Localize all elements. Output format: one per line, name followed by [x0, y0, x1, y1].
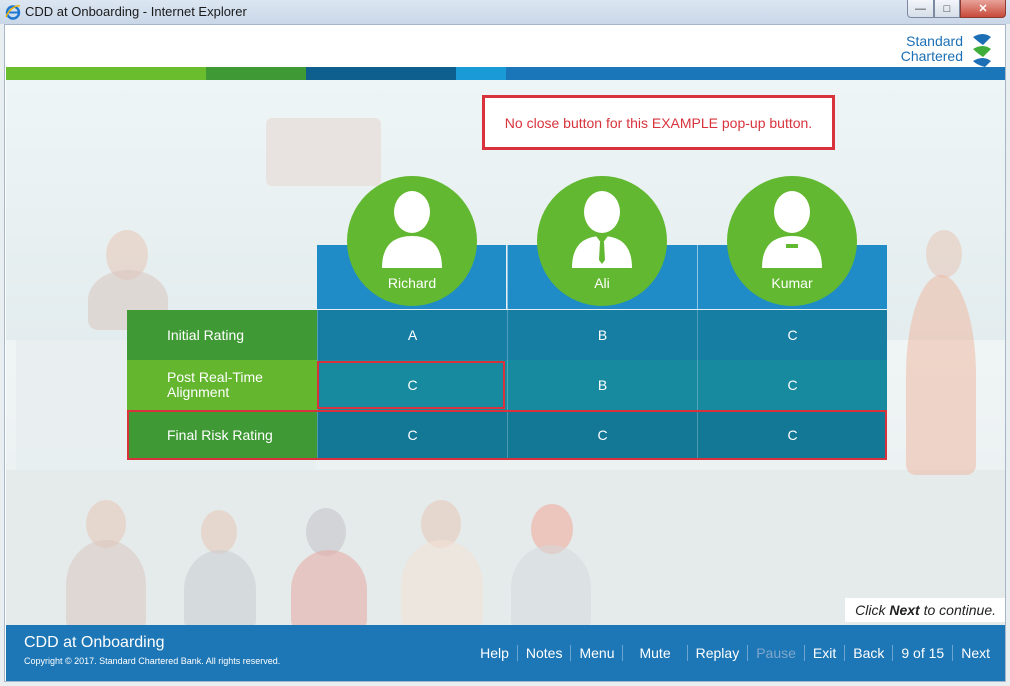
callout-text: No close button for this EXAMPLE pop-up …: [504, 114, 813, 131]
maximize-icon: □: [943, 2, 951, 15]
column-header-richard: Richard: [347, 176, 477, 306]
player-nav: Help Notes Menu Mute Replay Pause Exit B…: [472, 645, 998, 661]
person-icon: [382, 191, 442, 268]
background-figure: [926, 230, 962, 278]
table-cell: C: [697, 360, 887, 410]
background-figure: [201, 510, 237, 554]
slide-stage: No close button for this EXAMPLE pop-up …: [6, 80, 1005, 625]
continue-hint: Click Next to continue.: [845, 598, 1005, 622]
background-figure: [906, 275, 976, 475]
browser-content: Standard Chartered No close button for t…: [4, 24, 1006, 682]
notes-button[interactable]: Notes: [518, 645, 571, 661]
header-color-bar: [6, 67, 1005, 80]
background-figure: [511, 545, 591, 625]
page-counter: 9 of 15: [901, 645, 945, 661]
standard-chartered-logo: Standard Chartered: [901, 31, 995, 67]
table-cell: B: [507, 310, 697, 360]
logo-line-1: Standard: [906, 33, 963, 49]
table-row: Initial Rating A B C: [127, 310, 887, 360]
row-label: Post Real-Time Alignment: [127, 360, 317, 410]
exit-button[interactable]: Exit: [805, 645, 844, 661]
example-popup-callout: No close button for this EXAMPLE pop-up …: [482, 95, 835, 150]
minimize-button[interactable]: —: [907, 0, 934, 18]
help-button[interactable]: Help: [472, 645, 517, 661]
next-button[interactable]: Next: [953, 645, 998, 661]
column-header-ali: Ali: [537, 176, 667, 306]
close-icon: ✕: [978, 3, 988, 15]
table-cell: C: [697, 310, 887, 360]
background-figure: [184, 550, 256, 625]
minimize-icon: —: [915, 2, 926, 15]
column-name: Ali: [594, 275, 610, 291]
highlight-cell-outline: [317, 361, 505, 409]
hint-bold: Next: [889, 602, 920, 618]
person-badge-icon: [762, 191, 822, 268]
column-header-kumar: Kumar: [727, 176, 857, 306]
table-cell: B: [507, 360, 697, 410]
replay-button[interactable]: Replay: [688, 645, 748, 661]
table-cell: A: [317, 310, 507, 360]
menu-button[interactable]: Menu: [571, 645, 622, 661]
businessman-icon: [572, 191, 632, 268]
column-name: Kumar: [771, 275, 813, 291]
window-title: CDD at Onboarding - Internet Explorer: [25, 4, 247, 19]
maximize-button[interactable]: □: [934, 0, 960, 18]
logo-line-2: Chartered: [900, 48, 963, 64]
background-figure: [306, 508, 346, 556]
player-footer: CDD at Onboarding Copyright © 2017. Stan…: [6, 625, 1005, 681]
copyright-text: Copyright © 2017. Standard Chartered Ban…: [24, 656, 281, 666]
background-figure: [291, 550, 367, 625]
mute-button[interactable]: Mute: [623, 645, 686, 661]
internet-explorer-icon: [5, 5, 21, 20]
pause-button[interactable]: Pause: [748, 645, 804, 661]
close-window-button[interactable]: ✕: [960, 0, 1006, 18]
highlight-row-outline: [127, 410, 887, 460]
window-titlebar: CDD at Onboarding - Internet Explorer — …: [0, 0, 1010, 24]
back-button[interactable]: Back: [845, 645, 892, 661]
table-row: Post Real-Time Alignment C B C: [127, 360, 887, 410]
background-figure: [401, 540, 483, 625]
column-name: Richard: [387, 275, 437, 291]
logo-mark-icon: [973, 34, 991, 67]
row-label: Initial Rating: [127, 310, 317, 360]
background-figure: [66, 540, 146, 625]
course-title: CDD at Onboarding: [24, 634, 165, 651]
hint-suffix: to continue.: [919, 602, 996, 618]
hint-prefix: Click: [855, 602, 890, 618]
queue-display-board: [266, 118, 381, 186]
